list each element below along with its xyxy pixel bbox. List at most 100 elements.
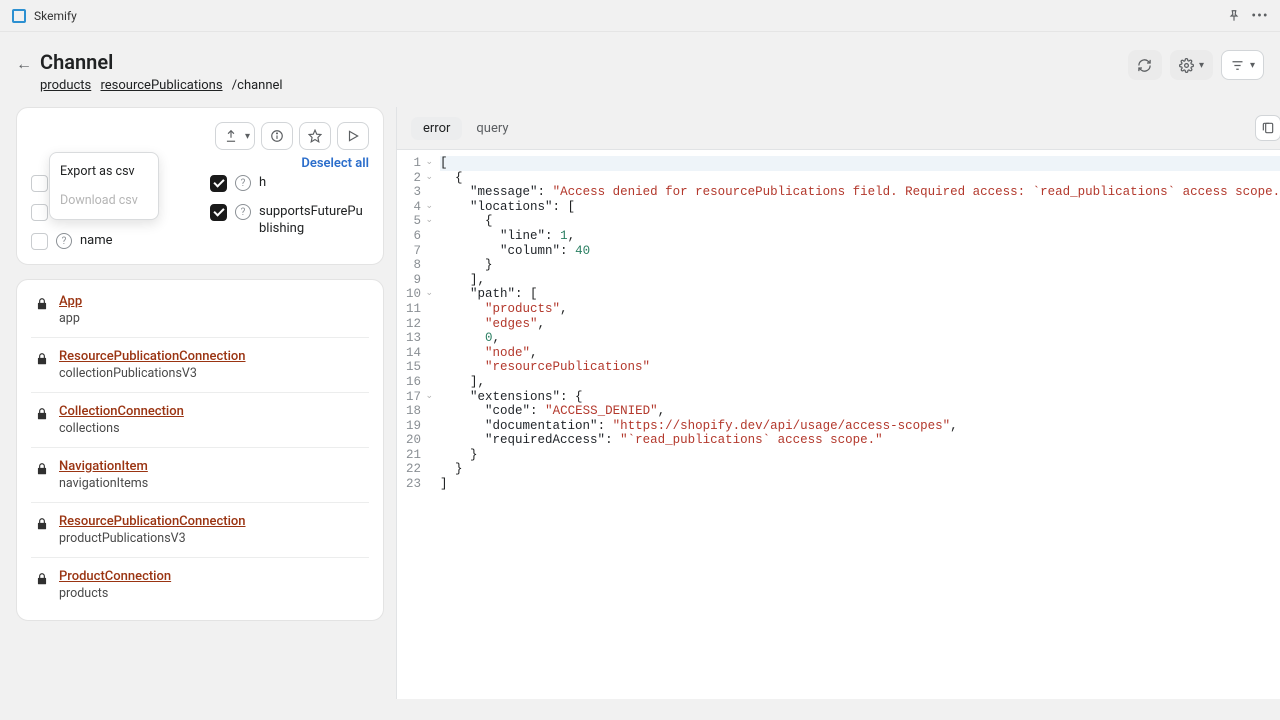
code-line: { (440, 214, 1280, 229)
download-csv-item: Download csv (50, 186, 158, 215)
settings-button[interactable]: ▾ (1170, 50, 1213, 80)
chevron-down-icon: ▾ (1250, 60, 1255, 71)
page-header: ← Channel products resourcePublications … (0, 32, 1280, 99)
copy-button[interactable] (1255, 115, 1280, 141)
line-number: 18 (403, 404, 424, 419)
line-number: 17 (403, 390, 424, 405)
line-number: 2 (403, 171, 424, 186)
lock-icon (35, 297, 49, 311)
line-number: 16 (403, 375, 424, 390)
refresh-button[interactable] (1128, 50, 1162, 80)
code-line: ], (440, 273, 1280, 288)
field-row: ?h (210, 175, 369, 192)
upload-icon (223, 128, 239, 144)
line-number: 6 (403, 229, 424, 244)
field-checkbox[interactable] (31, 204, 48, 221)
type-link[interactable]: App (59, 294, 82, 309)
chevron-down-icon: ▾ (1199, 60, 1204, 71)
type-link[interactable]: ResourcePublicationConnection (59, 514, 246, 529)
field-label: name (80, 233, 113, 250)
tab-query[interactable]: query (464, 117, 520, 140)
related-types-panel: App app ResourcePublicationConnection colle… (16, 279, 384, 621)
breadcrumb-current: /channel (232, 78, 283, 93)
code-line: ] (440, 477, 1280, 492)
run-button[interactable] (337, 122, 369, 150)
page-title: Channel (40, 50, 283, 74)
type-sublabel: navigationItems (59, 476, 148, 491)
line-number: 19 (403, 419, 424, 434)
breadcrumb-link[interactable]: resourcePublications (101, 78, 223, 93)
line-number: 4 (403, 200, 424, 215)
back-button[interactable]: ← (16, 54, 32, 74)
field-checkbox[interactable] (210, 175, 227, 192)
field-checkbox[interactable] (210, 204, 227, 221)
code-line: } (440, 258, 1280, 273)
titlebar: Skemify ••• (0, 0, 1280, 32)
code-line: "column": 40 (440, 244, 1280, 259)
help-icon[interactable]: ? (235, 204, 251, 220)
pin-icon[interactable] (1226, 8, 1242, 24)
type-item: ProductConnection products (31, 557, 369, 612)
help-icon[interactable]: ? (56, 233, 72, 249)
line-number: 10 (403, 287, 424, 302)
type-link[interactable]: ProductConnection (59, 569, 171, 584)
export-button[interactable]: ▾ (215, 122, 255, 150)
line-number: 22 (403, 462, 424, 477)
line-number: 9 (403, 273, 424, 288)
type-link[interactable]: ResourcePublicationConnection (59, 349, 246, 364)
chevron-down-icon: ▾ (245, 131, 250, 142)
line-number: 20 (403, 433, 424, 448)
line-number: 11 (403, 302, 424, 317)
play-icon (345, 128, 361, 144)
field-label: supportsFuturePublishing (259, 204, 369, 238)
code-line: "path": [ (440, 287, 1280, 302)
code-line: "documentation": "https://shopify.dev/ap… (440, 419, 1280, 434)
type-item: ResourcePublicationConnection productPubl… (31, 502, 369, 557)
code-line: "resourcePublications" (440, 360, 1280, 375)
more-icon[interactable]: ••• (1252, 8, 1268, 24)
line-number: 21 (403, 448, 424, 463)
breadcrumb-link[interactable]: products (40, 78, 91, 93)
clipboard-icon (1260, 120, 1276, 136)
export-csv-item[interactable]: Export as csv (50, 157, 158, 186)
code-line: ], (440, 375, 1280, 390)
info-button[interactable] (261, 122, 293, 150)
line-number: 15 (403, 360, 424, 375)
type-sublabel: app (59, 311, 82, 326)
code-line: { (440, 171, 1280, 186)
lock-icon (35, 462, 49, 476)
lock-icon (35, 352, 49, 366)
code-line: "locations": [ (440, 200, 1280, 215)
code-line: "line": 1, (440, 229, 1280, 244)
field-row: ? supportsFuturePublishing (210, 204, 369, 238)
refresh-icon (1137, 57, 1153, 73)
type-link[interactable]: NavigationItem (59, 459, 148, 474)
line-number: 5 (403, 214, 424, 229)
field-checkbox[interactable] (31, 233, 48, 250)
code-line: "node", (440, 346, 1280, 361)
code-panel: error query 1234567891011121314151617181… (396, 107, 1280, 699)
deselect-all[interactable]: Deselect all (301, 156, 369, 171)
field-checkbox[interactable] (31, 175, 48, 192)
field-row: ? name (31, 233, 190, 250)
code-editor[interactable]: 1234567891011121314151617181920212223 [ … (397, 150, 1280, 699)
filter-button[interactable]: ▾ (1221, 50, 1264, 80)
help-icon[interactable]: ? (235, 175, 251, 191)
code-line: } (440, 448, 1280, 463)
line-number: 12 (403, 317, 424, 332)
star-button[interactable] (299, 122, 331, 150)
tab-error[interactable]: error (411, 117, 462, 140)
line-number: 14 (403, 346, 424, 361)
code-line: "products", (440, 302, 1280, 317)
type-sublabel: productPublicationsV3 (59, 531, 246, 546)
type-item: App app (31, 288, 369, 337)
type-link[interactable]: CollectionConnection (59, 404, 184, 419)
app-logo (12, 9, 26, 23)
type-sublabel: products (59, 586, 171, 601)
code-line: } (440, 462, 1280, 477)
type-item: ResourcePublicationConnection collectionP… (31, 337, 369, 392)
app-title: Skemify (34, 9, 77, 23)
type-sublabel: collections (59, 421, 184, 436)
filter-icon (1230, 57, 1246, 73)
type-sublabel: collectionPublicationsV3 (59, 366, 246, 381)
